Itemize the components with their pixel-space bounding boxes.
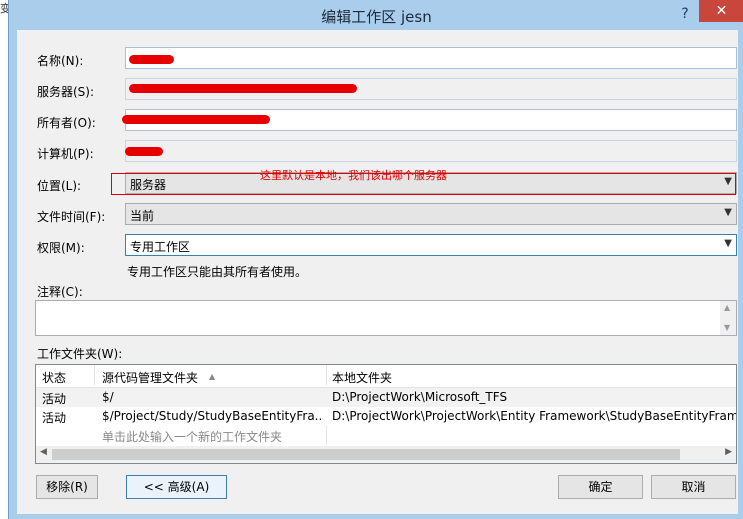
row-status: 活动: [42, 392, 67, 406]
scrollbar-thumb[interactable]: [52, 449, 680, 460]
comment-label: 注释(C):: [37, 285, 83, 299]
redaction-mark: [129, 84, 357, 93]
scroll-left-icon[interactable]: ◀: [40, 447, 47, 457]
column-header-source[interactable]: 源代码管理文件夹: [102, 369, 198, 386]
name-field[interactable]: [125, 47, 737, 69]
location-label: 位置(L):: [37, 179, 82, 193]
owner-label: 所有者(O):: [37, 116, 96, 130]
horizontal-scrollbar[interactable]: ◀ ▶: [36, 446, 736, 463]
table-row[interactable]: 活动 $/ D:\ProjectWork\Microsoft_TFS: [36, 388, 736, 407]
column-header-status[interactable]: 状态: [42, 369, 66, 386]
dialog-body: 名称(N): 服务器(S): 所有者(O): 计算机(P): 位置(L): 服务…: [17, 30, 738, 514]
annotation-text: 这里默认是本地，我们该出哪个服务器: [260, 169, 447, 182]
edit-workspace-dialog: 编辑工作区 jesn ? ✕ 名称(N): 服务器(S): 所有者(O): 计算…: [8, 0, 743, 519]
name-label: 名称(N):: [37, 54, 84, 68]
cancel-button[interactable]: 取消: [651, 475, 736, 499]
new-folder-hint: 单击此处输入一个新的工作文件夹: [102, 430, 283, 444]
sort-ascending-icon: ▲: [209, 372, 216, 381]
computer-field: [125, 140, 737, 162]
redaction-mark: [125, 147, 163, 156]
redaction-mark: [129, 55, 174, 64]
scroll-up-icon[interactable]: ▲: [724, 303, 730, 312]
permission-value: 专用工作区: [130, 240, 191, 254]
row-local: D:\ProjectWork\Microsoft_TFS: [332, 390, 508, 404]
close-button[interactable]: ✕: [699, 0, 743, 22]
ok-button[interactable]: 确定: [558, 475, 643, 499]
help-button[interactable]: ?: [673, 4, 697, 24]
new-folder-row[interactable]: 单击此处输入一个新的工作文件夹: [36, 426, 736, 445]
row-local: D:\ProjectWork\ProjectWork\Entity Framew…: [332, 409, 736, 423]
computer-label: 计算机(P):: [37, 147, 94, 161]
file-time-dropdown[interactable]: 当前 ▼: [125, 203, 737, 225]
working-folders-label: 工作文件夹(W):: [37, 347, 123, 361]
chevron-down-icon: ▼: [724, 238, 732, 249]
column-divider: [326, 365, 327, 385]
scroll-down-icon[interactable]: ▼: [724, 323, 730, 332]
working-folders-list[interactable]: 状态 源代码管理文件夹 ▲ 本地文件夹 活动 $/ D:\ProjectWork…: [35, 364, 737, 464]
row-source: $/Project/Study/StudyBaseEntityFra...: [102, 409, 322, 423]
row-source: $/: [102, 390, 114, 404]
scroll-right-icon[interactable]: ▶: [725, 447, 732, 457]
advanced-button[interactable]: << 高级(A): [126, 475, 227, 499]
dialog-title: 编辑工作区 jesn: [321, 8, 432, 26]
server-label: 服务器(S):: [37, 85, 95, 99]
column-divider: [326, 426, 327, 445]
permission-label: 权限(M):: [37, 241, 85, 255]
file-time-label: 文件时间(F):: [37, 210, 106, 224]
permission-help-text: 专用工作区只能由其所有者使用。: [127, 265, 308, 279]
list-header: 状态 源代码管理文件夹 ▲ 本地文件夹: [36, 365, 736, 388]
comment-scrollbar[interactable]: ▲ ▼: [720, 301, 736, 335]
row-status: 活动: [42, 411, 67, 425]
chevron-down-icon: ▼: [724, 207, 732, 218]
column-header-local[interactable]: 本地文件夹: [332, 369, 392, 386]
permission-dropdown[interactable]: 专用工作区 ▼: [125, 234, 737, 256]
remove-button[interactable]: 移除(R): [36, 475, 98, 499]
column-divider: [94, 365, 95, 385]
background-window-strip: 变: [0, 0, 11, 519]
redaction-mark: [122, 115, 270, 124]
comment-textarea[interactable]: ▲ ▼: [35, 300, 737, 336]
file-time-value: 当前: [130, 209, 155, 223]
title-bar: 编辑工作区 jesn ? ✕: [9, 0, 743, 30]
table-row[interactable]: 活动 $/Project/Study/StudyBaseEntityFra...…: [36, 407, 736, 426]
